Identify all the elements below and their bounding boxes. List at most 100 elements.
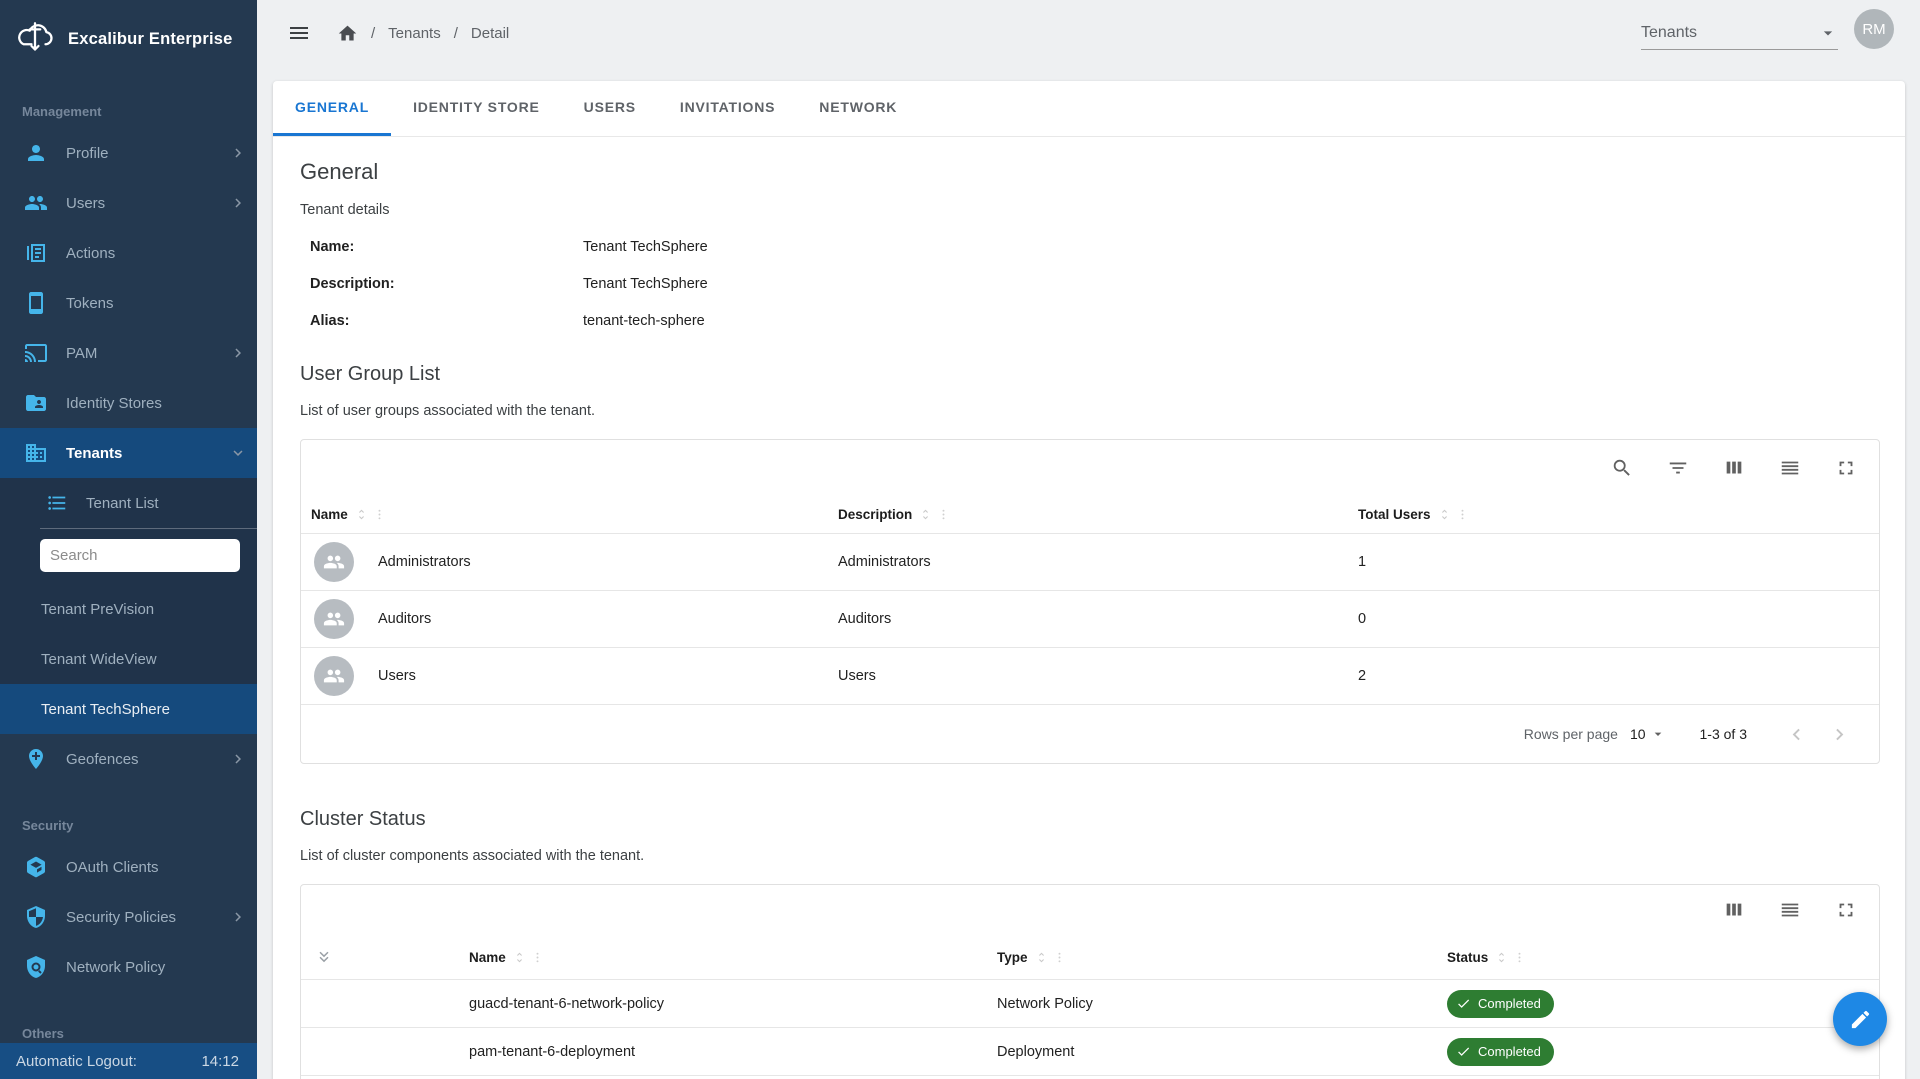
group-name: Administrators xyxy=(378,554,471,570)
user-group-section-title: User Group List xyxy=(300,363,1880,386)
detail-card: GENERAL IDENTITY STORE USERS INVITATIONS… xyxy=(273,81,1905,1079)
fullscreen-icon[interactable] xyxy=(1818,457,1874,479)
table-row[interactable]: Auditors Auditors 0 xyxy=(301,590,1879,647)
column-header-type[interactable]: Type xyxy=(997,950,1028,965)
context-select-value: Tenants xyxy=(1641,24,1697,42)
column-header-total-users[interactable]: Total Users xyxy=(1358,507,1431,522)
breadcrumb-separator: / xyxy=(371,25,375,42)
sidebar-item-pam[interactable]: PAM xyxy=(0,328,257,378)
tab-bar: GENERAL IDENTITY STORE USERS INVITATIONS… xyxy=(273,81,1905,137)
sort-icon[interactable] xyxy=(513,951,526,964)
cloud-sword-logo-icon xyxy=(14,18,56,60)
user-group-table-header: Name Description Total Users xyxy=(301,496,1879,533)
user-group-table-toolbar xyxy=(301,440,1879,496)
sort-icon[interactable] xyxy=(1035,951,1048,964)
home-icon[interactable] xyxy=(337,23,358,44)
columns-icon[interactable] xyxy=(1706,899,1762,921)
sidebar-item-tenant-list[interactable]: Tenant List xyxy=(0,478,257,528)
sidebar-item-tenant-prevision[interactable]: Tenant PreVision xyxy=(0,584,257,634)
tab-identity-store[interactable]: IDENTITY STORE xyxy=(391,81,562,136)
chevron-right-icon xyxy=(229,344,247,362)
pagination-range: 1-3 of 3 xyxy=(1700,726,1747,742)
sidebar-item-geofences[interactable]: Geofences xyxy=(0,734,257,784)
sort-icon[interactable] xyxy=(1438,508,1451,521)
sort-icon[interactable] xyxy=(919,508,932,521)
column-menu-icon[interactable] xyxy=(1513,951,1526,964)
group-total-users: 2 xyxy=(1348,668,1879,684)
sidebar-item-network-policy[interactable]: Network Policy xyxy=(0,942,257,992)
field-label: Description: xyxy=(310,276,583,292)
sidebar-item-profile[interactable]: Profile xyxy=(0,128,257,178)
tab-general[interactable]: GENERAL xyxy=(273,81,391,136)
rows-per-page-value: 10 xyxy=(1630,726,1646,742)
tenant-search-input[interactable] xyxy=(50,547,230,564)
user-avatar[interactable]: RM xyxy=(1854,9,1894,49)
add-location-pin-icon xyxy=(24,747,48,771)
group-total-users: 1 xyxy=(1348,554,1879,570)
column-header-name[interactable]: Name xyxy=(469,950,506,965)
sidebar-item-tokens[interactable]: Tokens xyxy=(0,278,257,328)
status-label: Completed xyxy=(1478,1044,1541,1059)
column-header-status[interactable]: Status xyxy=(1447,950,1488,965)
sort-icon[interactable] xyxy=(1495,951,1508,964)
rows-per-page-select[interactable]: 10 xyxy=(1630,726,1666,742)
breadcrumb-item-tenants[interactable]: Tenants xyxy=(388,25,441,42)
expand-all-icon[interactable] xyxy=(301,948,459,966)
user-group-section-subtitle: List of user groups associated with the … xyxy=(300,403,1880,419)
column-header-name[interactable]: Name xyxy=(311,507,348,522)
edit-fab-button[interactable] xyxy=(1833,992,1887,1046)
table-row[interactable]: Users Users 2 xyxy=(301,647,1879,704)
column-menu-icon[interactable] xyxy=(1053,951,1066,964)
column-menu-icon[interactable] xyxy=(531,951,544,964)
section-security: Security xyxy=(22,818,257,833)
context-select[interactable]: Tenants xyxy=(1641,16,1838,50)
cluster-section-subtitle: List of cluster components associated wi… xyxy=(300,848,1880,864)
breadcrumb-separator: / xyxy=(454,25,458,42)
automatic-logout-bar: Automatic Logout: 14:12 xyxy=(0,1043,257,1079)
component-type: Deployment xyxy=(987,1044,1437,1060)
filter-icon[interactable] xyxy=(1650,457,1706,479)
next-page-icon[interactable] xyxy=(1818,723,1861,746)
component-type: Network Policy xyxy=(987,996,1437,1012)
columns-icon[interactable] xyxy=(1706,457,1762,479)
chevron-right-icon xyxy=(229,194,247,212)
sort-icon[interactable] xyxy=(355,508,368,521)
sidebar-item-tenants[interactable]: Tenants xyxy=(0,428,257,478)
sidebar-item-identity-stores[interactable]: Identity Stores xyxy=(0,378,257,428)
sidebar-item-tenant-techsphere[interactable]: Tenant TechSphere xyxy=(0,684,257,734)
column-menu-icon[interactable] xyxy=(937,508,950,521)
density-icon[interactable] xyxy=(1762,899,1818,921)
field-value: Tenant TechSphere xyxy=(583,239,708,255)
avatar-initials: RM xyxy=(1862,21,1885,38)
sidebar-item-security-policies[interactable]: Security Policies xyxy=(0,892,257,942)
tenant-item-label: Tenant TechSphere xyxy=(41,701,170,718)
people-icon xyxy=(24,191,48,215)
tab-users[interactable]: USERS xyxy=(562,81,658,136)
table-row[interactable]: pam-tenant-6-deployment Deployment Compl… xyxy=(301,1028,1879,1076)
sidebar-item-oauth-clients[interactable]: OAuth Clients xyxy=(0,842,257,892)
sidebar-item-label: Users xyxy=(66,195,105,212)
table-row[interactable]: Administrators Administrators 1 xyxy=(301,533,1879,590)
search-icon[interactable] xyxy=(1594,457,1650,479)
field-label: Name: xyxy=(310,239,583,255)
tab-network[interactable]: NETWORK xyxy=(797,81,919,136)
tab-invitations[interactable]: INVITATIONS xyxy=(658,81,797,136)
density-icon[interactable] xyxy=(1762,457,1818,479)
column-menu-icon[interactable] xyxy=(1456,508,1469,521)
tenant-item-label: Tenant WideView xyxy=(41,651,157,668)
main-area: / Tenants / Detail Tenants RM GENERAL ID… xyxy=(257,0,1920,1079)
component-name: pam-tenant-6-deployment xyxy=(459,1044,987,1060)
user-group-table: Name Description Total Users xyxy=(300,439,1880,764)
logout-label: Automatic Logout: xyxy=(16,1053,137,1070)
previous-page-icon[interactable] xyxy=(1775,723,1818,746)
sidebar-item-actions[interactable]: Actions xyxy=(0,228,257,278)
sidebar-item-label: Geofences xyxy=(66,751,139,768)
table-row[interactable]: guacd-tenant-6-network-policy Network Po… xyxy=(301,980,1879,1028)
fullscreen-icon[interactable] xyxy=(1818,899,1874,921)
column-header-description[interactable]: Description xyxy=(838,507,912,522)
sidebar-item-tenant-wideview[interactable]: Tenant WideView xyxy=(0,634,257,684)
column-menu-icon[interactable] xyxy=(373,508,386,521)
hamburger-menu-icon[interactable] xyxy=(287,21,311,45)
sidebar-item-users[interactable]: Users xyxy=(0,178,257,228)
check-icon xyxy=(1456,996,1471,1011)
